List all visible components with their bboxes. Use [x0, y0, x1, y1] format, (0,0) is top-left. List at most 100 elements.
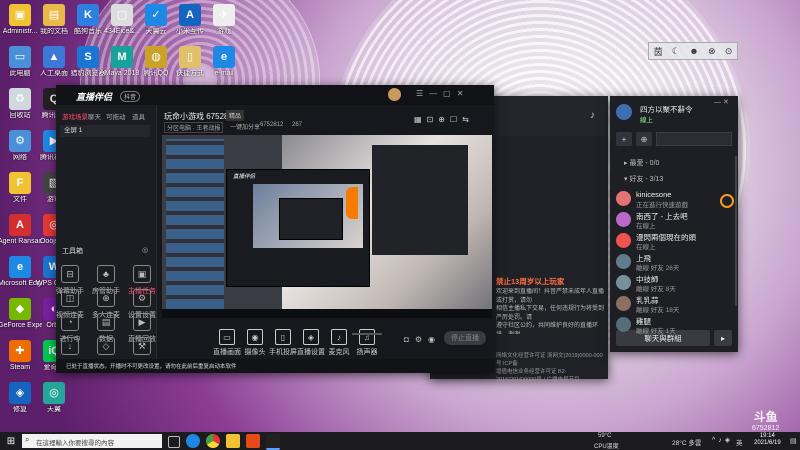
notification-icon[interactable]: ▤ — [790, 437, 797, 445]
chat-license-text: 网络文化经营许可证 浙网文(2019)0000-000号 ICP备 增值电信业务经… — [496, 352, 604, 384]
room-category[interactable]: 分区电脑 · 王者战报 — [164, 122, 224, 133]
toolbox-item-icon: ◔ — [61, 313, 79, 331]
overlay-tool-text[interactable]: 茵 — [654, 45, 663, 58]
taskbar-search[interactable]: ⌕ 在這裡輸入你要搜尋的內容 — [22, 434, 162, 448]
chat-notice-line: 欢迎来到直播间！抖音严禁未成年人直播或打赏，请勿 — [496, 289, 604, 304]
scene-tab-0[interactable]: 游戏场景 — [62, 111, 88, 121]
toolbox-more-icon[interactable]: ◎ — [142, 246, 148, 254]
friend-row[interactable]: 上飛 離線 好友 26天 — [616, 253, 726, 272]
window-controls: — ✕ — [714, 99, 729, 106]
friend-row[interactable]: 雞腿 離線 好友 1天 — [616, 316, 726, 335]
desktop-app-icon: ◆ — [9, 298, 31, 320]
face-icon[interactable]: ☻ — [689, 46, 698, 56]
desktop-app-icon: e — [9, 256, 31, 278]
chat-notice-line: 相信主播私下交易，任何违规行为将受到严厉处罚。请 — [496, 306, 604, 321]
friend-avatar — [616, 254, 631, 269]
desktop-app-icon: e — [213, 46, 235, 68]
toolbox-item-icon: ◫ — [61, 289, 79, 307]
control-button[interactable]: ◉ 摄像头 — [240, 329, 270, 357]
friend-avatar — [616, 191, 631, 206]
friend-status: 在線上 — [636, 223, 656, 230]
task-view-icon[interactable] — [168, 436, 180, 448]
desktop-app-icon: ⚙ — [9, 130, 31, 152]
desktop-icon[interactable]: ◎ 天翼 — [32, 382, 76, 414]
desktop-app-icon: ▤ — [43, 4, 65, 26]
mic-level-bar — [352, 333, 382, 335]
tray-ime[interactable]: 英 — [736, 437, 743, 447]
toolbox-title: 工具箱 — [62, 248, 83, 255]
tray-icons[interactable]: ^♪◈ — [712, 436, 733, 444]
control-button[interactable]: ▭ 直播画面 — [212, 329, 242, 357]
overlay-toolbar: 茵 ☾ ☻ ⊗ ⊙ — [648, 42, 738, 60]
control-button[interactable]: ▯ 手机投屏 — [268, 329, 298, 357]
edge-taskbar-icon[interactable] — [186, 434, 200, 448]
window-controls[interactable]: ☰—▢✕ — [416, 89, 469, 98]
watermark-room: 6752812 — [752, 425, 780, 432]
scene-tab-3[interactable]: 道具 — [132, 111, 145, 121]
stream-preview[interactable]: 直播伴侣 — [162, 135, 492, 318]
toolbox-item-icon: ▣ — [133, 265, 151, 283]
control-icon: ◈ — [303, 329, 319, 345]
watermark: 斗鱼 6752812 — [752, 408, 779, 432]
desktop-app-icon: S — [77, 46, 99, 68]
app-avatar[interactable] — [388, 88, 401, 101]
room-share[interactable]: 一键加分享 — [230, 122, 260, 131]
control-icon: ▯ — [275, 329, 291, 345]
toolbox-item-icon: ◇ — [97, 337, 115, 355]
friend-status: 離線 好友 8天 — [636, 286, 676, 293]
scene-tab-1[interactable]: 聊天 — [88, 111, 101, 121]
control-button[interactable]: ◈ 直播设置 — [296, 329, 326, 357]
desktop-app-icon: ▢ — [111, 4, 133, 26]
desktop-app-icon: F — [9, 172, 31, 194]
desktop-app-icon: A — [179, 4, 201, 26]
friend-avatar — [616, 212, 631, 227]
control-icon: ▭ — [219, 329, 235, 345]
friend-search-input[interactable] — [656, 132, 732, 146]
friend-row[interactable]: kinicesone 正在進行快速遊戲 — [616, 190, 726, 209]
toolbox-item-icon: ⚙ — [133, 289, 151, 307]
moon-icon[interactable]: ☾ — [672, 46, 680, 57]
desktop-app-icon: ♻ — [9, 88, 31, 110]
desktop-app-icon: ◎ — [43, 382, 65, 404]
friend-row[interactable]: 乳乳蒜 離線 好友 18天 — [616, 295, 726, 314]
friends-section[interactable]: ▾ 好友 - 3/13 — [624, 174, 663, 184]
scene-tab-2[interactable]: 可拖动 — [106, 111, 126, 121]
app-logo: 直播伴侣 — [76, 92, 113, 102]
chat-license-line: 网络文化经营许可证 浙网文(2019)0000-000号 ICP备 — [496, 353, 603, 367]
user-status[interactable]: 線上 — [640, 114, 653, 124]
friend-avatar — [616, 275, 631, 290]
desktop-app-icon: ▭ — [9, 46, 31, 68]
friend-avatar — [616, 296, 631, 311]
friend-row[interactable]: 南西了 - 上去吧 在線上 — [616, 211, 726, 230]
add-friend-button[interactable]: + — [616, 132, 632, 146]
friend-status: 在線上 — [636, 244, 656, 251]
extra-controls[interactable]: ◘⚙◉ — [404, 335, 441, 344]
friends-scrollbar[interactable] — [735, 156, 737, 306]
favorites-section[interactable]: ▸ 最愛 - 0/0 — [624, 158, 659, 168]
explorer-taskbar-icon[interactable] — [226, 434, 240, 448]
desktop-app-icon: M — [111, 46, 133, 68]
source-item[interactable]: 全屏 1 — [60, 125, 150, 137]
header-icons[interactable]: ▦⊡⊕☐⇆ — [414, 115, 474, 124]
stream-taskbar-icon[interactable] — [266, 434, 280, 450]
start-button[interactable]: ⊞ — [4, 434, 18, 448]
nested-inner-window — [279, 198, 343, 240]
control-button[interactable]: ♪ 麦克风 — [324, 329, 354, 357]
app-taskbar-icon[interactable] — [246, 434, 260, 448]
start-stop-button[interactable]: 停止直播 — [444, 331, 486, 345]
desktop-icon[interactable]: e e-mail — [202, 46, 246, 78]
preview-taskbar — [162, 309, 492, 318]
tray-weather[interactable]: 28°C 多雲 — [672, 437, 701, 447]
friend-row[interactable]: 中技師 離線 好友 8天 — [616, 274, 726, 293]
bell-icon[interactable]: ♪ — [590, 110, 595, 121]
add-group-button[interactable]: ⊕ — [636, 132, 652, 146]
clock[interactable]: 19:14 2021/6/19 — [754, 433, 781, 447]
settings-icon[interactable]: ⊙ — [725, 46, 733, 57]
control-label: 直播画面 — [213, 349, 241, 356]
desktop-icon[interactable]: ✈ 游戏 — [202, 4, 246, 36]
toolbox-item-icon: ▶ — [133, 313, 151, 331]
friend-row[interactable]: 漫閃兩個現在的頭 在線上 — [616, 232, 726, 251]
chrome-taskbar-icon[interactable] — [206, 434, 220, 448]
user-avatar[interactable] — [616, 104, 632, 120]
close-circle-icon[interactable]: ⊗ — [708, 46, 716, 57]
